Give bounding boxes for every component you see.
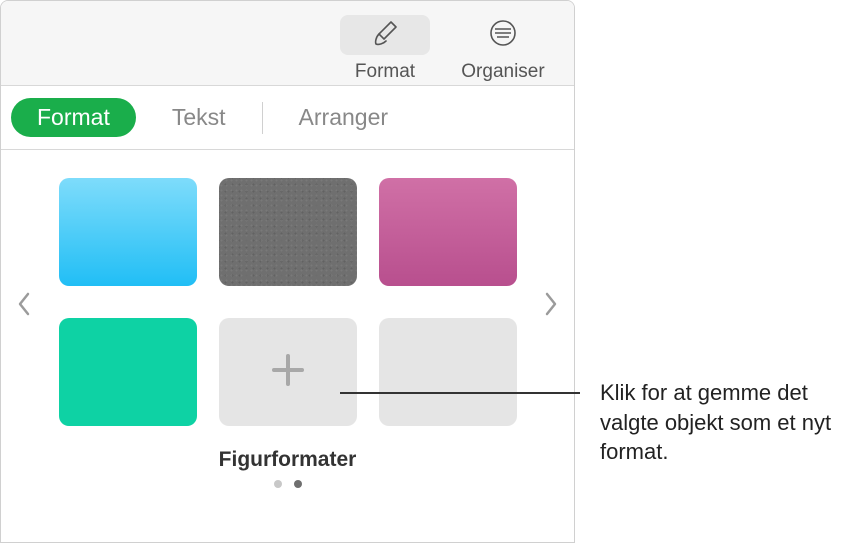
shape-styles-area: Figurformater: [1, 150, 574, 488]
organiser-tool-button[interactable]: Organiser: [448, 9, 558, 83]
style-swatch-magenta[interactable]: [379, 178, 517, 286]
organiser-icon-box: [458, 15, 548, 55]
tab-format[interactable]: Format: [11, 98, 136, 137]
style-swatch-cyan[interactable]: [59, 178, 197, 286]
style-swatch-empty[interactable]: [379, 318, 517, 426]
callout: Klik for at gemme det valgte objekt som …: [340, 388, 840, 389]
chevron-left-icon: [15, 305, 33, 322]
callout-text: Klik for at gemme det valgte objekt som …: [600, 378, 854, 467]
style-swatch-teal[interactable]: [59, 318, 197, 426]
styles-prev-button[interactable]: [15, 290, 33, 323]
organiser-tool-label: Organiser: [461, 61, 544, 83]
page-dot-1[interactable]: [274, 480, 282, 488]
format-icon-box: [340, 15, 430, 55]
paintbrush-icon: [369, 17, 401, 54]
callout-line: [340, 392, 580, 394]
format-tool-label: Format: [355, 61, 415, 83]
style-swatch-gray-texture[interactable]: [219, 178, 357, 286]
add-style-button[interactable]: [219, 318, 357, 426]
page-dots: [37, 480, 538, 488]
sub-tab-bar: Format Tekst Arranger: [1, 86, 574, 150]
format-tool-button[interactable]: Format: [330, 9, 440, 83]
inspector-panel: Format Organiser Format Tekst Arranger: [0, 0, 575, 543]
plus-icon: [266, 348, 310, 397]
styles-next-button[interactable]: [542, 290, 560, 323]
page-dot-2[interactable]: [294, 480, 302, 488]
tab-arrange[interactable]: Arranger: [263, 104, 424, 131]
organise-icon: [487, 17, 519, 54]
chevron-right-icon: [542, 305, 560, 322]
tab-text[interactable]: Tekst: [136, 104, 262, 131]
top-toolbar: Format Organiser: [1, 1, 574, 86]
styles-caption: Figurformater: [37, 448, 538, 472]
